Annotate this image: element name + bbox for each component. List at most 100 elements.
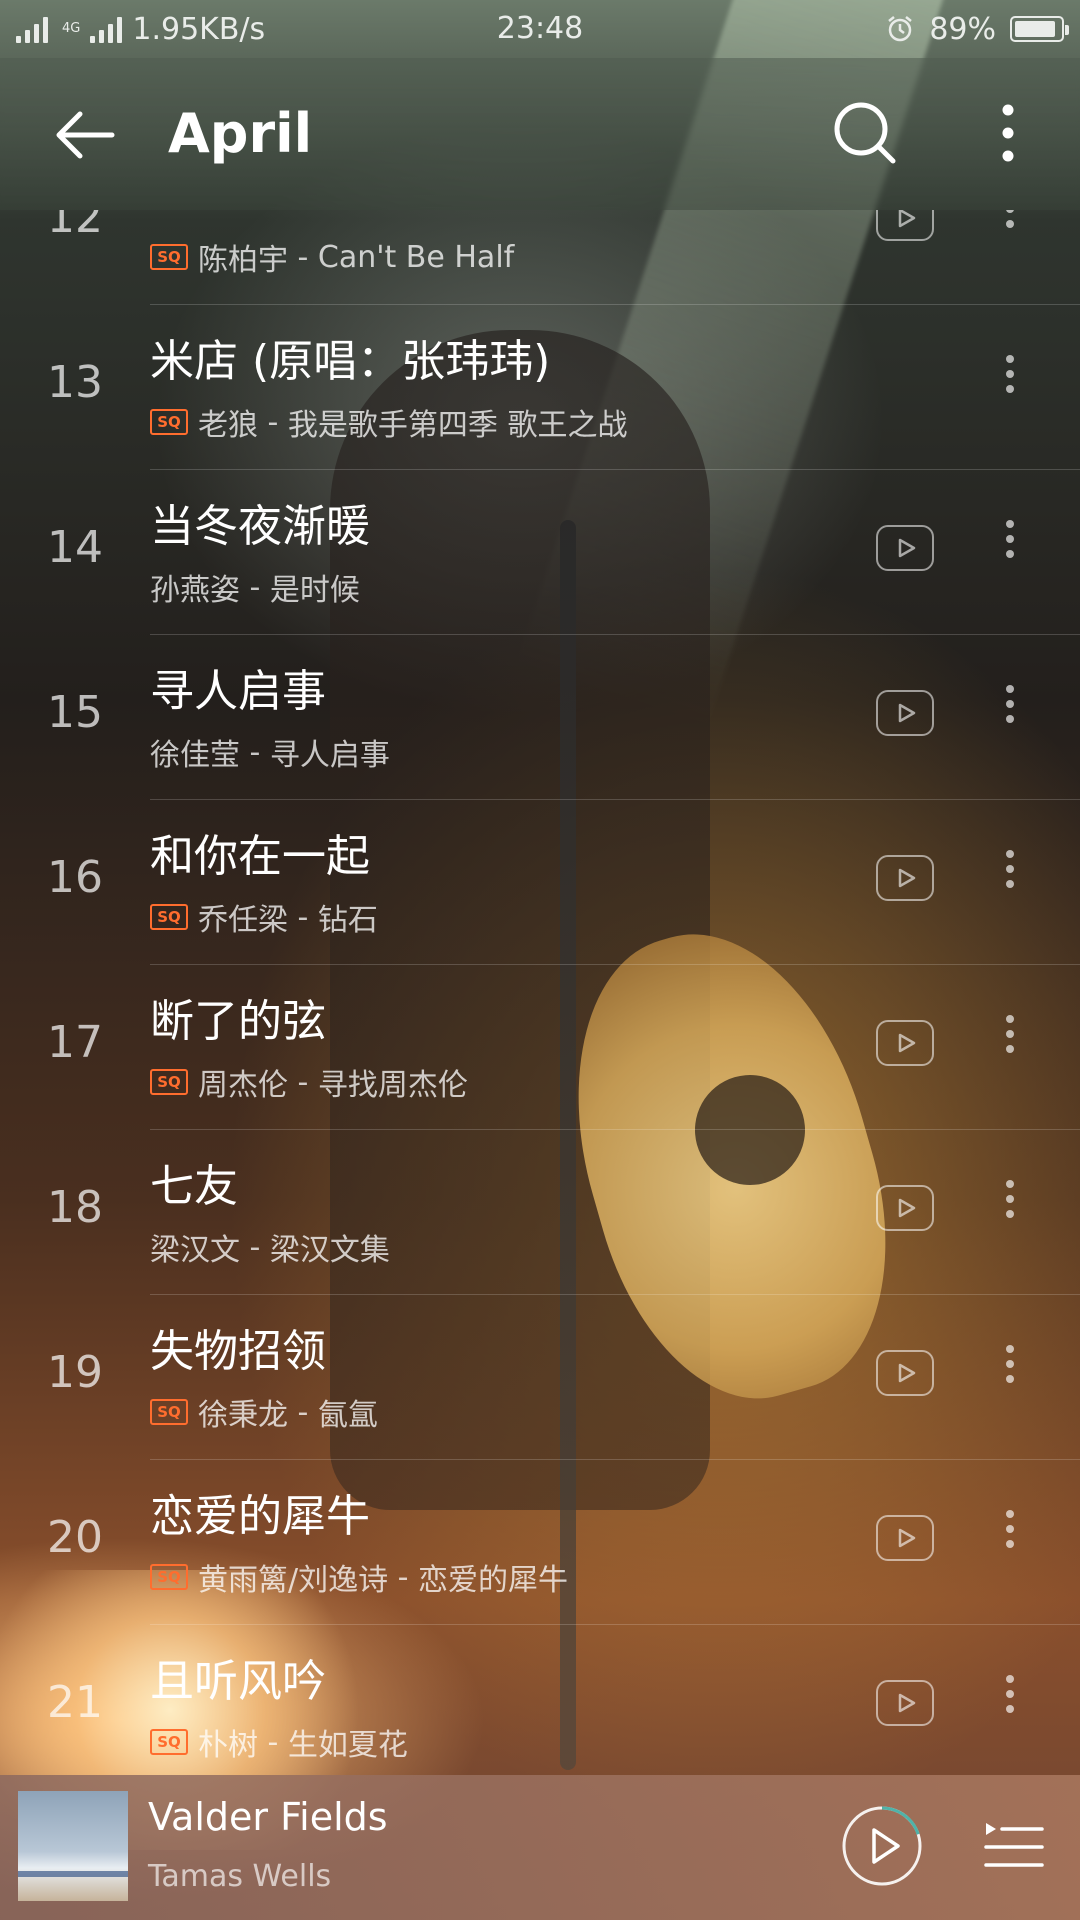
title-bar: April (0, 58, 1080, 210)
song-artist: 孙燕姿 (150, 573, 240, 608)
mv-play-icon[interactable] (876, 1020, 934, 1066)
separator: - (240, 569, 270, 605)
more-options-icon[interactable] (980, 98, 1040, 168)
mv-play-icon[interactable] (876, 1185, 934, 1231)
song-row[interactable]: 18 七友 梁汉文 - 梁汉文集 (0, 1130, 1080, 1295)
song-row[interactable]: 12 SQ 陈柏宇 - Can't Be Half (0, 210, 1080, 305)
song-title: 且听风吟 (150, 1656, 326, 1707)
sq-badge: SQ (150, 1069, 188, 1095)
mv-play-icon[interactable] (876, 690, 934, 736)
song-index: 15 (47, 687, 103, 738)
song-album: 梁汉文集 (269, 1233, 390, 1268)
song-subtitle: SQ 老狼 - 我是歌手第四季 歌王之战 (150, 400, 627, 444)
song-album: 我是歌手第四季 歌王之战 (287, 408, 628, 443)
song-more-icon[interactable] (995, 1015, 1025, 1075)
song-album: 是时候 (269, 573, 360, 608)
song-artist: 乔任梁 (198, 903, 288, 938)
sq-badge: SQ (150, 1399, 188, 1425)
status-bar: 4G 1.95KB/s 23:48 89% (0, 0, 1080, 58)
song-title: 和你在一起 (150, 831, 370, 882)
song-album: 钻石 (317, 903, 378, 938)
song-album: 生如夏花 (287, 1728, 408, 1763)
song-list[interactable]: 12 SQ 陈柏宇 - Can't Be Half 13 米店 (原唱：张玮玮) SQ 老狼… (0, 210, 1080, 1775)
play-icon[interactable] (840, 1804, 924, 1888)
sq-badge: SQ (150, 904, 188, 930)
song-artist: 黄雨篱/刘逸诗 (198, 1563, 389, 1598)
song-more-icon[interactable] (995, 685, 1025, 745)
song-title: 失物招领 (150, 1326, 326, 1377)
song-more-icon[interactable] (995, 520, 1025, 580)
song-artist: 周杰伦 (198, 1068, 288, 1103)
song-artist: 陈柏宇 (198, 243, 288, 278)
now-playing-title[interactable]: Valder Fields (148, 1795, 388, 1839)
song-title: 恋爱的犀牛 (150, 1491, 370, 1542)
search-icon[interactable] (830, 98, 900, 168)
song-index: 16 (47, 852, 103, 903)
separator: - (388, 1559, 419, 1595)
song-artist: 朴树 (198, 1728, 258, 1763)
song-subtitle: 孙燕姿 - 是时候 (150, 565, 360, 609)
battery-icon (1010, 16, 1069, 42)
separator: - (288, 899, 318, 935)
album-art[interactable] (18, 1791, 128, 1901)
song-row[interactable]: 21 且听风吟 SQ 朴树 - 生如夏花 (0, 1625, 1080, 1775)
song-more-icon[interactable] (995, 1180, 1025, 1240)
song-more-icon[interactable] (995, 1510, 1025, 1570)
song-index: 21 (47, 1677, 103, 1728)
mv-play-icon[interactable] (876, 1350, 934, 1396)
mv-play-icon[interactable] (876, 525, 934, 571)
playlist-queue-icon[interactable] (982, 1819, 1046, 1875)
song-subtitle: SQ 朴树 - 生如夏花 (150, 1720, 408, 1764)
song-more-icon[interactable] (995, 210, 1025, 250)
now-playing-artist[interactable]: Tamas Wells (148, 1859, 331, 1894)
song-row[interactable]: 20 恋爱的犀牛 SQ 黄雨篱/刘逸诗 - 恋爱的犀牛 (0, 1460, 1080, 1625)
song-artist: 徐秉龙 (198, 1398, 288, 1433)
song-row[interactable]: 19 失物招领 SQ 徐秉龙 - 氤氲 (0, 1295, 1080, 1460)
song-index: 14 (47, 522, 103, 573)
back-arrow-icon[interactable] (50, 100, 120, 170)
sq-badge: SQ (150, 244, 188, 270)
mv-play-icon[interactable] (876, 210, 934, 241)
sq-badge: SQ (150, 1564, 188, 1590)
separator: - (240, 734, 270, 770)
song-title: 断了的弦 (150, 996, 326, 1047)
mv-play-icon[interactable] (876, 855, 934, 901)
mini-player[interactable]: Valder Fields Tamas Wells (0, 1775, 1080, 1920)
song-index: 19 (47, 1347, 103, 1398)
separator: - (240, 1229, 270, 1265)
song-index: 13 (47, 357, 103, 408)
song-artist: 徐佳莹 (150, 738, 240, 773)
song-title: 寻人启事 (150, 666, 326, 717)
song-title: 米店 (原唱：张玮玮) (150, 336, 551, 387)
separator: - (258, 404, 288, 440)
signal-icon-2 (90, 15, 123, 43)
page-title: April (168, 102, 313, 165)
mv-play-icon[interactable] (876, 1680, 934, 1726)
mv-play-icon[interactable] (876, 1515, 934, 1561)
alarm-icon (888, 16, 913, 42)
song-subtitle: 梁汉文 - 梁汉文集 (150, 1225, 390, 1269)
song-more-icon[interactable] (995, 850, 1025, 910)
battery-percent: 89% (929, 11, 996, 47)
song-title: 七友 (150, 1161, 238, 1212)
song-subtitle: SQ 陈柏宇 - Can't Be Half (150, 235, 514, 279)
song-more-icon[interactable] (995, 1675, 1025, 1735)
song-album: 寻人启事 (269, 738, 390, 773)
sq-badge: SQ (150, 409, 188, 435)
song-row[interactable]: 15 寻人启事 徐佳莹 - 寻人启事 (0, 635, 1080, 800)
song-row[interactable]: 17 断了的弦 SQ 周杰伦 - 寻找周杰伦 (0, 965, 1080, 1130)
network-type: 4G (62, 21, 81, 36)
song-album: 氤氲 (317, 1398, 378, 1433)
song-row[interactable]: 14 当冬夜渐暖 孙燕姿 - 是时候 (0, 470, 1080, 635)
separator: - (288, 1394, 318, 1430)
song-artist: 老狼 (198, 408, 258, 443)
sq-badge: SQ (150, 1729, 188, 1755)
song-subtitle: SQ 周杰伦 - 寻找周杰伦 (150, 1060, 468, 1104)
song-more-icon[interactable] (995, 355, 1025, 415)
song-artist: 梁汉文 (150, 1233, 240, 1268)
song-subtitle: SQ 徐秉龙 - 氤氲 (150, 1390, 378, 1434)
song-row[interactable]: 16 和你在一起 SQ 乔任梁 - 钻石 (0, 800, 1080, 965)
song-more-icon[interactable] (995, 1345, 1025, 1405)
song-subtitle: SQ 黄雨篱/刘逸诗 - 恋爱的犀牛 (150, 1555, 568, 1599)
song-row[interactable]: 13 米店 (原唱：张玮玮) SQ 老狼 - 我是歌手第四季 歌王之战 (0, 305, 1080, 470)
